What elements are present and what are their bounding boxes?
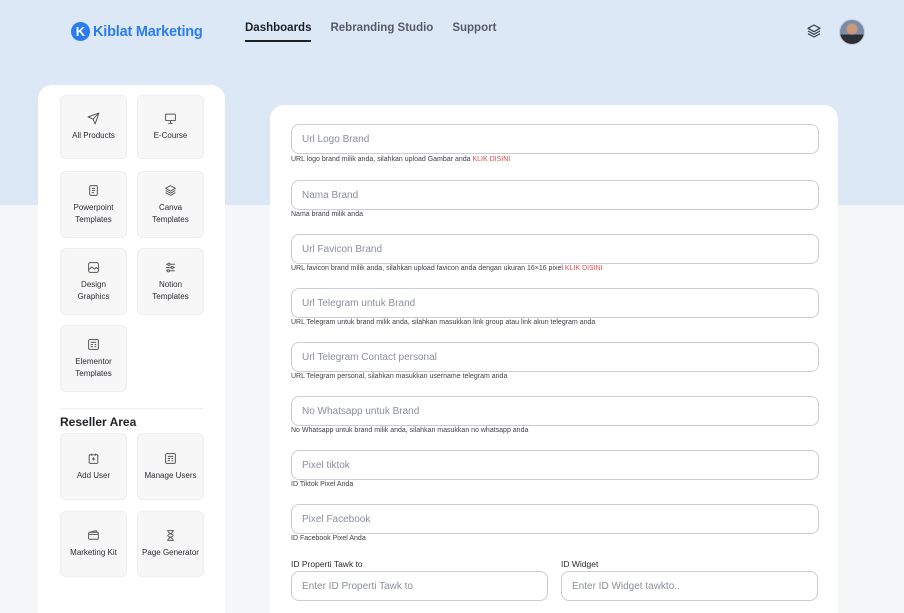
upload-favicon-link[interactable]: KLIK DISINI	[565, 265, 603, 272]
tile-label: All Products	[72, 131, 115, 140]
tile-label: Manage Users	[144, 470, 197, 480]
help-text: URL logo brand milik anda, silahkan uplo…	[291, 156, 473, 163]
help-text: URL favicon brand milik anda, silahkan u…	[291, 265, 565, 272]
nav-rebranding-studio[interactable]: Rebranding Studio	[330, 22, 433, 40]
wallet-icon	[88, 530, 99, 540]
tile-label: Design Graphics	[77, 279, 110, 301]
image-icon	[88, 261, 99, 273]
tile-marketing-kit[interactable]: Marketing Kit	[60, 511, 127, 577]
pixel-tiktok-input[interactable]	[291, 450, 819, 480]
nav-dashboards[interactable]: Dashboards	[245, 22, 312, 42]
tile-powerpoint-templates[interactable]: Powerpoint Templates	[60, 171, 127, 238]
layers-icon[interactable]	[806, 23, 822, 39]
sliders-icon	[166, 262, 175, 272]
tile-label: Elementor Templates	[75, 356, 112, 378]
document-icon	[89, 184, 98, 196]
monitor-icon	[165, 113, 176, 124]
nav-support[interactable]: Support	[452, 22, 496, 40]
url-logo-brand-help: URL logo brand milik anda, silahkan uplo…	[291, 156, 510, 163]
tile-design-graphics[interactable]: Design Graphics	[60, 248, 127, 315]
tile-label: Add User	[76, 470, 111, 480]
tile-all-products[interactable]: All Products	[60, 95, 127, 159]
tile-label: Marketing Kit	[70, 548, 117, 557]
tawk-property-label: ID Properti Tawk to	[291, 559, 363, 569]
pixel-tiktok-help: ID Tiktok Pixel Anda	[291, 481, 354, 488]
section-divider	[60, 408, 203, 409]
url-logo-brand-input[interactable]	[291, 124, 819, 154]
url-telegram-brand-help: URL Telegram untuk brand milik anda, sil…	[291, 319, 596, 326]
layers-icon	[165, 184, 176, 196]
tile-elementor-templates[interactable]: Elementor Templates	[60, 325, 127, 392]
paper-plane-icon	[87, 112, 100, 125]
tile-manage-users[interactable]: Manage Users	[137, 433, 204, 500]
url-telegram-personal-help: URL Telegram personal, silahkan masukkan…	[291, 373, 508, 380]
user-avatar[interactable]	[839, 19, 865, 45]
tile-label: E-Course	[153, 131, 188, 140]
brand-logo[interactable]: K Kiblat Marketing	[71, 22, 203, 41]
tile-label: Notion Templates	[152, 279, 189, 301]
rebranding-form-panel: URL logo brand milik anda, silahkan uplo…	[270, 105, 838, 613]
sidebar: All Products E-Course Powerpoint Templat…	[38, 85, 225, 613]
url-favicon-brand-help: URL favicon brand milik anda, silahkan u…	[291, 265, 603, 272]
widget-id-label: ID Widget	[561, 559, 599, 569]
url-favicon-brand-input[interactable]	[291, 234, 819, 264]
nama-brand-input[interactable]	[291, 180, 819, 210]
tile-page-generator[interactable]: Page Generator	[137, 511, 204, 577]
pixel-facebook-input[interactable]	[291, 504, 819, 534]
tile-canva-templates[interactable]: Canva Templates	[137, 171, 204, 238]
pixel-facebook-help: ID Facebook Pixel Anda	[291, 535, 366, 542]
url-telegram-brand-input[interactable]	[291, 288, 819, 318]
url-telegram-personal-input[interactable]	[291, 342, 819, 372]
whatsapp-brand-input[interactable]	[291, 396, 819, 426]
tile-label: Page Generator	[142, 548, 199, 557]
whatsapp-brand-help: No Whatsapp untuk brand milik anda, sila…	[291, 427, 529, 434]
main-nav: Dashboards Rebranding Studio Support	[245, 22, 496, 42]
reseller-area-title: Reseller Area	[60, 415, 137, 429]
tawk-property-input[interactable]	[291, 571, 548, 601]
widget-id-input[interactable]	[561, 571, 818, 601]
manage-users-icon	[165, 452, 176, 464]
upload-logo-link[interactable]: KLIK DISINI	[472, 156, 510, 163]
top-navigation-bar: K Kiblat Marketing Dashboards Rebranding…	[0, 0, 904, 60]
brand-logo-mark: K	[71, 22, 90, 41]
brand-name: Kiblat Marketing	[93, 23, 203, 40]
hourglass-icon	[167, 530, 174, 541]
tile-e-course[interactable]: E-Course	[137, 95, 204, 159]
tile-add-user[interactable]: Add User	[60, 433, 127, 500]
nama-brand-help: Nama brand milik anda	[291, 211, 363, 218]
tile-notion-templates[interactable]: Notion Templates	[137, 248, 204, 315]
tile-label: Canva Templates	[152, 202, 189, 224]
add-user-icon	[88, 453, 99, 464]
template-icon	[88, 338, 99, 350]
tile-label: Powerpoint Templates	[73, 202, 114, 224]
